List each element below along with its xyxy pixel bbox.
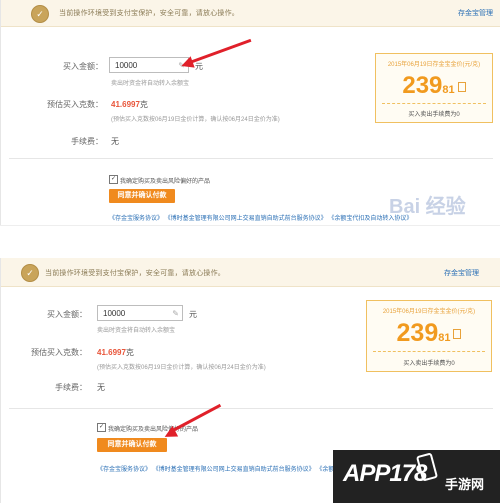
price-title: 2015年06月19日存金宝金价(元/克) (387, 62, 481, 68)
amount-value: 10000 (103, 309, 126, 318)
amount-input[interactable]: 10000 ✎ (97, 305, 183, 321)
red-arrow (186, 38, 252, 65)
estimate-label: 预估买入克数： (47, 100, 103, 109)
amount-input[interactable]: 10000 ✎ (109, 57, 189, 73)
gold-price: 23981 (367, 319, 491, 348)
confirm-pay-button[interactable]: 同意并确认付款 (97, 438, 167, 452)
price-title: 2015年06月19日存金宝金价(元/克) (382, 309, 476, 315)
security-notice: 当前操作环境受到支付宝保护，安全可靠，请放心操作。 (45, 270, 225, 277)
watermark: Bai 经验 (389, 196, 466, 218)
amount-hint: 卖出时资金将自动转入余额宝 (111, 81, 190, 87)
price-foot: 买入卖出手续费为0 (408, 112, 460, 118)
chart-icon (457, 81, 466, 92)
fee-value: 无 (111, 137, 119, 146)
shield-icon: ✓ (31, 5, 49, 23)
logo-main: APP178 (343, 460, 427, 487)
agree-checkbox[interactable]: ✓ (97, 423, 106, 432)
estimate-hint: (预估买入克数按06月19日金价计算，确认按06月24日金价为准) (97, 365, 266, 371)
agreements-links[interactable]: 《存金宝服务协议》 《博时基金管理有限公司网上交易直销自助式前台服务协议》 《余… (109, 213, 412, 222)
amount-hint: 卖出时资金将自动转入余额宝 (97, 328, 176, 334)
estimate-value: 41.6997克 (97, 348, 134, 357)
separator (0, 225, 500, 260)
shield-icon: ✓ (21, 264, 39, 282)
manage-link[interactable]: 存金宝管理 (458, 8, 493, 18)
fee-label: 手续费： (71, 137, 103, 146)
fee-value: 无 (97, 383, 105, 392)
security-notice-bar: ✓ 当前操作环境受到支付宝保护，安全可靠，请放心操作。 存金宝管理 (1, 258, 500, 287)
estimate-value: 41.6997克 (111, 100, 148, 109)
fee-label: 手续费： (55, 383, 87, 392)
app178-logo: APP178 手游网 (333, 450, 500, 503)
amount-label: 买入金额： (63, 62, 103, 71)
gold-price: 23981 (376, 72, 492, 100)
amount-unit: 元 (195, 62, 203, 71)
amount-value: 10000 (115, 61, 138, 70)
pencil-icon: ✎ (172, 309, 179, 318)
agree-checkbox[interactable]: ✓ (109, 175, 118, 184)
chart-icon (453, 329, 462, 340)
amount-unit: 元 (189, 310, 197, 319)
amount-label: 买入金额： (47, 310, 87, 319)
payment-panel-top: ✓ 当前操作环境受到支付宝保护，安全可靠，请放心操作。 存金宝管理 买入金额： … (0, 0, 500, 225)
logo-sub: 手游网 (445, 477, 485, 492)
estimate-hint: (预估买入克数按06月19日金价计算，确认按06月24日金价为准) (111, 117, 280, 123)
manage-link[interactable]: 存金宝管理 (444, 268, 479, 278)
gold-price-box: 2015年06月19日存金宝金价(元/克) 23981 买入卖出手续费为0 (375, 53, 493, 123)
security-notice: 当前操作环境受到支付宝保护，安全可靠，请放心操作。 (59, 10, 239, 17)
gold-price-box: 2015年06月19日存金宝金价(元/克) 23981 买入卖出手续费为0 (366, 300, 492, 372)
security-notice-bar: ✓ 当前操作环境受到支付宝保护，安全可靠，请放心操作。 存金宝管理 (1, 0, 500, 27)
agree-label: 我确定购买及卖出风险偏好的产品 (120, 179, 211, 185)
price-foot: 买入卖出手续费为0 (403, 361, 455, 367)
confirm-pay-button[interactable]: 同意并确认付款 (109, 189, 175, 203)
estimate-label: 预估买入克数： (31, 348, 87, 357)
